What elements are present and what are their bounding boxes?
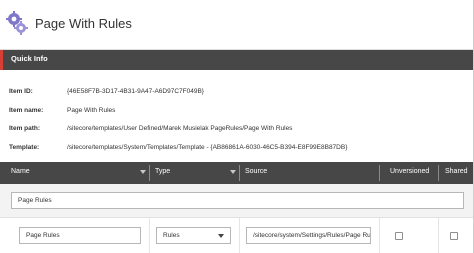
info-row-item-name: Item name: Page With Rules	[0, 107, 474, 121]
info-key: Item ID:	[9, 88, 33, 95]
row-divider	[379, 218, 380, 253]
template-gears-icon	[6, 11, 28, 35]
field-source-input[interactable]: /sitecore/system/Settings/Rules/Page Rul…	[246, 227, 371, 244]
column-type[interactable]: Type	[155, 168, 170, 175]
column-shared[interactable]: Shared	[445, 168, 468, 175]
info-value: {46E58F7B-3D17-4B31-9A47-A6D97C7F049B}	[67, 88, 204, 95]
info-value: /sitecore/templates/System/Templates/Tem…	[67, 144, 348, 151]
info-value: Page With Rules	[67, 107, 116, 114]
info-row-template: Template: /sitecore/templates/System/Tem…	[0, 144, 474, 158]
page-title: Page With Rules	[35, 16, 132, 31]
info-value: /sitecore/templates/User Defined/Marek M…	[67, 125, 293, 132]
quick-info-bar[interactable]: Quick Info	[0, 50, 474, 70]
row-divider	[149, 218, 150, 253]
field-type-value: Rules	[163, 232, 180, 239]
info-key: Template:	[9, 144, 40, 151]
column-divider	[239, 165, 240, 181]
column-unversioned[interactable]: Unversioned	[390, 168, 429, 175]
editor-header: Page With Rules	[0, 0, 474, 50]
field-type-select[interactable]: Rules	[156, 227, 231, 244]
info-key: Item name:	[9, 107, 44, 114]
shared-checkbox[interactable]	[450, 232, 458, 240]
chevron-down-icon[interactable]	[140, 170, 146, 174]
field-name-input[interactable]: Page Rules	[19, 227, 141, 244]
column-divider	[438, 165, 439, 181]
info-row-item-id: Item ID: {46E58F7B-3D17-4B31-9A47-A6D97C…	[0, 88, 474, 102]
chevron-down-icon	[218, 234, 224, 238]
section-name-input[interactable]: Page Rules	[11, 192, 464, 209]
quick-info-panel: Item ID: {46E58F7B-3D17-4B31-9A47-A6D97C…	[0, 70, 474, 162]
info-key: Item path:	[9, 125, 41, 132]
quick-info-label: Quick Info	[11, 54, 48, 63]
row-divider	[438, 218, 439, 253]
row-divider	[239, 218, 240, 253]
unversioned-checkbox[interactable]	[395, 232, 403, 240]
field-row: Page Rules Rules /sitecore/system/Settin…	[0, 218, 474, 253]
info-row-item-path: Item path: /sitecore/templates/User Defi…	[0, 125, 474, 139]
chevron-down-icon[interactable]	[230, 170, 236, 174]
section-row: Page Rules	[0, 184, 474, 218]
column-divider	[379, 165, 380, 181]
column-name[interactable]: Name	[11, 168, 30, 175]
fields-grid-header: Name Type Source Unversioned Shared	[0, 162, 474, 184]
column-divider	[149, 165, 150, 181]
column-source[interactable]: Source	[245, 168, 267, 175]
